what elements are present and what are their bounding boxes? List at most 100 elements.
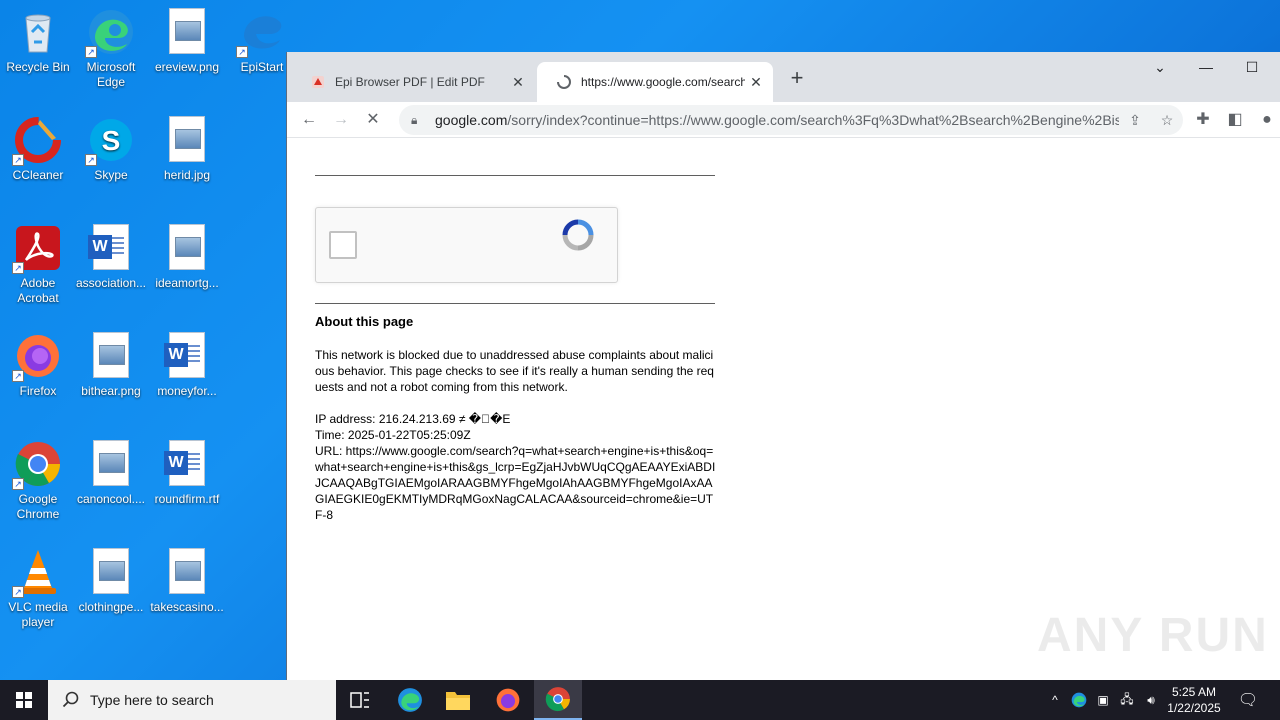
bookmark-star-icon[interactable]: ☆	[1151, 112, 1183, 129]
desktop-icon-bithear-png[interactable]: bithear.png	[73, 332, 149, 399]
blocked-network-paragraph: This network is blocked due to unaddress…	[315, 348, 714, 394]
stop-loading-icon[interactable]: ✕	[359, 106, 387, 134]
shortcut-arrow-icon: ↗	[12, 478, 24, 490]
profile-avatar-icon[interactable]: ●	[1253, 106, 1280, 134]
desktop-icon-label: clothingpe...	[78, 600, 144, 614]
shortcut-arrow-icon: ↗	[12, 262, 24, 274]
side-panel-icon[interactable]: ◧	[1221, 106, 1249, 134]
desktop-icon-association-doc[interactable]: W association...	[73, 224, 149, 291]
desktop-icon-vlc[interactable]: ↗ VLC media player	[0, 548, 76, 630]
url-line: URL: https://www.google.com/search?q=wha…	[315, 444, 716, 522]
task-view-button[interactable]	[336, 680, 384, 720]
taskbar-clock[interactable]: 5:25 AM 1/22/2025	[1158, 684, 1230, 716]
desktop-icon-label: moneyfor...	[157, 384, 217, 398]
taskbar-file-explorer[interactable]	[434, 680, 482, 720]
address-url: google.com/sorry/index?continue=https://…	[435, 112, 1119, 128]
desktop-icon-takescasino[interactable]: takescasino...	[149, 548, 225, 615]
show-hidden-icons-chevron-icon[interactable]: ^	[1044, 680, 1066, 720]
desktop-icon-label: Microsoft Edge	[86, 60, 136, 89]
tab-epi-browser-pdf[interactable]: Epi Browser PDF | Edit PDF ✕	[291, 62, 535, 102]
desktop-icon-recycle-bin[interactable]: Recycle Bin	[0, 8, 76, 75]
desktop-icon-adobe-acrobat[interactable]: ↗ Adobe Acrobat	[0, 224, 76, 306]
desktop-icon-roundfirm-rtf[interactable]: W roundfirm.rtf	[149, 440, 225, 507]
svg-text:S: S	[102, 125, 121, 156]
address-bar[interactable]: 🔒︎ google.com/sorry/index?continue=https…	[399, 105, 1183, 135]
desktop-icon-label: Google Chrome	[16, 492, 60, 521]
divider	[315, 175, 715, 176]
minimize-button[interactable]: —	[1183, 52, 1229, 82]
desktop-icon-google-chrome[interactable]: ↗ Google Chrome	[0, 440, 76, 522]
tray-edge-icon[interactable]	[1068, 680, 1090, 720]
desktop-icon-herid-jpg[interactable]: herid.jpg	[149, 116, 225, 183]
back-arrow-icon[interactable]: ←	[295, 106, 323, 134]
clock-date: 1/22/2025	[1167, 701, 1221, 715]
clock-time: 5:25 AM	[1171, 685, 1217, 699]
word-document-icon: W	[163, 332, 211, 380]
desktop-icon-skype[interactable]: S ↗ Skype	[73, 116, 149, 183]
ip-address-line: IP address: 216.24.213.69 ≠ � �E	[315, 412, 511, 426]
edge-icon	[398, 688, 422, 712]
taskbar-chrome[interactable]	[534, 680, 582, 720]
desktop-icon-label: CCleaner	[12, 168, 64, 182]
desktop-icon-canoncool[interactable]: canoncool....	[73, 440, 149, 507]
network-icon[interactable]: 🖧︎	[1116, 680, 1138, 720]
shortcut-arrow-icon: ↗	[12, 370, 24, 382]
desktop-icon-ereview-png[interactable]: ereview.png	[149, 8, 225, 75]
recaptcha-widget	[315, 207, 618, 283]
anyrun-watermark: ANY RUN	[1037, 609, 1269, 662]
chrome-icon	[545, 687, 570, 712]
share-icon[interactable]: ⇪	[1119, 112, 1151, 129]
taskbar-edge[interactable]	[386, 680, 434, 720]
pdf-favicon-icon	[312, 76, 324, 88]
image-file-icon	[163, 224, 211, 272]
desktop-icon-label: Firefox	[19, 384, 57, 398]
taskbar-search-placeholder: Type here to search	[90, 692, 214, 708]
word-document-icon: W	[163, 440, 211, 488]
recycle-bin-icon	[14, 8, 62, 56]
shortcut-arrow-icon: ↗	[12, 586, 24, 598]
taskbar: Type here to search ^ ▣ 🖧︎ 🔊︎ 5:25 AM 1/…	[0, 680, 1280, 720]
browser-toolbar: ← → ✕ 🔒︎ google.com/sorry/index?continue…	[287, 102, 1280, 138]
adobe-acrobat-icon: ↗	[12, 224, 62, 274]
divider	[315, 303, 715, 304]
search-icon	[62, 691, 79, 708]
taskbar-search-box[interactable]: Type here to search	[48, 680, 336, 720]
forward-arrow-icon[interactable]: →	[327, 106, 355, 134]
shortcut-arrow-icon: ↗	[85, 46, 97, 58]
tray-device-icon[interactable]: ▣	[1092, 680, 1114, 720]
image-file-icon	[87, 332, 135, 380]
tab-title: https://www.google.com/search	[581, 75, 745, 89]
desktop-icon-label: roundfirm.rtf	[154, 492, 220, 506]
recaptcha-logo-icon	[562, 219, 594, 251]
word-document-icon: W	[87, 224, 135, 272]
extensions-puzzle-icon[interactable]: ✚	[1189, 106, 1217, 134]
about-heading: About this page	[315, 314, 414, 329]
desktop-icon-label: ideamortg...	[155, 276, 219, 290]
desktop-icon-clothingpe[interactable]: clothingpe...	[73, 548, 149, 615]
desktop-icon-microsoft-edge[interactable]: ↗ Microsoft Edge	[73, 8, 149, 90]
desktop-icon-moneyfor[interactable]: W moneyfor...	[149, 332, 225, 399]
time-line: Time: 2025-01-22T05:25:09Z	[315, 428, 471, 442]
tab-search-chevron-icon[interactable]: ⌄	[1137, 52, 1183, 82]
tab-title: Epi Browser PDF | Edit PDF	[335, 75, 485, 89]
tab-close-icon[interactable]: ✕	[507, 71, 529, 93]
tab-strip: Epi Browser PDF | Edit PDF ✕ https://www…	[287, 52, 1280, 102]
chrome-icon: ↗	[12, 440, 62, 490]
maximize-button[interactable]: ☐	[1229, 52, 1275, 82]
firefox-icon	[496, 688, 520, 712]
start-button[interactable]	[0, 680, 48, 720]
new-tab-button[interactable]: +	[785, 67, 809, 91]
tab-close-icon[interactable]: ✕	[745, 71, 767, 93]
shortcut-arrow-icon: ↗	[12, 154, 24, 166]
taskbar-firefox[interactable]	[484, 680, 532, 720]
desktop-icon-firefox[interactable]: ↗ Firefox	[0, 332, 76, 399]
desktop-icon-label: canoncool....	[76, 492, 146, 506]
desktop-icon-ideamortg[interactable]: ideamortg...	[149, 224, 225, 291]
notification-center-icon[interactable]: 🗨︎	[1234, 680, 1262, 720]
image-file-icon	[163, 8, 211, 56]
firefox-icon: ↗	[12, 332, 62, 382]
recaptcha-checkbox[interactable]	[329, 231, 357, 259]
tab-google-search[interactable]: https://www.google.com/search ✕	[537, 62, 773, 102]
desktop-icon-ccleaner[interactable]: ↗ CCleaner	[0, 116, 76, 183]
desktop-icon-label: herid.jpg	[163, 168, 211, 182]
